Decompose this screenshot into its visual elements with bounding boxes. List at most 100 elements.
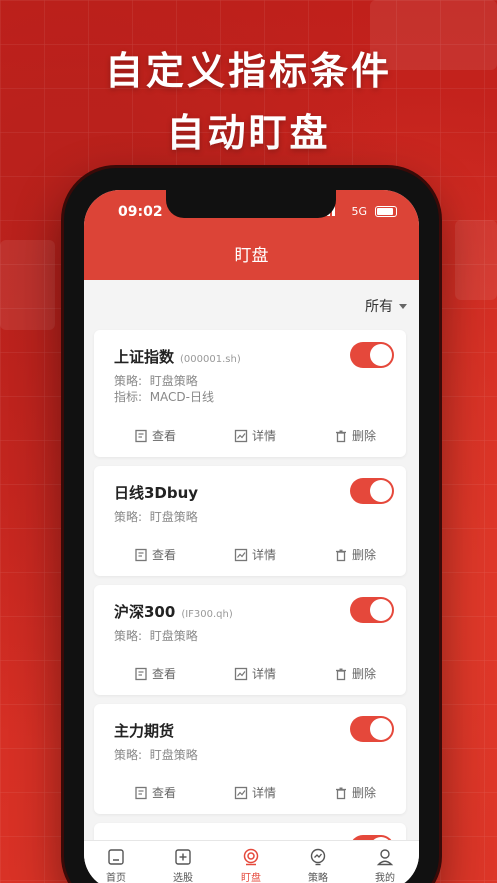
card-actions: 查看 详情 删除 (94, 546, 406, 566)
enable-toggle[interactable] (350, 342, 394, 368)
card-title: 沪深300 (IF300.qh) (114, 601, 233, 622)
delete-button[interactable]: 删除 (334, 546, 376, 563)
network-label: 5G (351, 205, 367, 218)
battery-icon (375, 206, 397, 217)
tab-profile[interactable]: 我的 (360, 847, 410, 883)
tab-label: 首页 (106, 873, 126, 883)
watch-icon (243, 848, 259, 866)
background-decoration (455, 220, 497, 300)
view-icon (135, 786, 147, 799)
detail-button[interactable]: 详情 (234, 546, 276, 563)
view-label: 查看 (152, 667, 177, 681)
card-name: 沪深300 (114, 603, 176, 621)
watch-card[interactable]: 主力期货 策略: 盯盘策略 查看 详情 删除 (94, 704, 406, 814)
indicator-value: MACD-日线 (149, 390, 214, 404)
toggle-knob (370, 599, 392, 621)
detail-button[interactable]: 详情 (234, 665, 276, 682)
view-label: 查看 (152, 548, 177, 562)
strategy-label: 策略: (114, 510, 143, 524)
enable-toggle[interactable] (350, 478, 394, 504)
card-indicator: 指标: MACD-日线 (114, 388, 214, 405)
delete-label: 删除 (352, 667, 377, 681)
card-strategy: 策略: 盯盘策略 (114, 627, 198, 644)
detail-button[interactable]: 详情 (234, 784, 276, 801)
tab-watch[interactable]: 盯盘 (226, 847, 276, 883)
watch-card[interactable]: 沪深300 (IF300.qh) 策略: 盯盘策略 查看 详情 删除 (94, 585, 406, 695)
detail-button[interactable]: 详情 (234, 427, 276, 444)
strategy-label: 策略: (114, 629, 143, 643)
phone-screen: 09:02 5G 盯盘 所有 上证指数(000001.sh) 策略: 盯盘策略 (84, 190, 419, 883)
trash-icon (336, 430, 346, 442)
strategy-icon (310, 848, 326, 866)
view-label: 查看 (152, 786, 177, 800)
strategy-label: 策略: (114, 374, 143, 388)
card-code: (IF300.qh) (181, 609, 233, 620)
delete-label: 删除 (352, 429, 377, 443)
detail-label: 详情 (252, 548, 277, 562)
view-button[interactable]: 查看 (134, 427, 176, 444)
delete-label: 删除 (352, 548, 377, 562)
detail-label: 详情 (252, 429, 277, 443)
tab-label: 选股 (173, 873, 193, 883)
toggle-knob (370, 344, 392, 366)
view-icon (135, 667, 147, 680)
card-strategy: 策略: 盯盘策略 (114, 372, 198, 389)
delete-button[interactable]: 删除 (334, 665, 376, 682)
home-icon (108, 849, 124, 865)
view-button[interactable]: 查看 (134, 665, 176, 682)
chevron-down-icon (399, 303, 407, 309)
navbar: 盯盘 (84, 236, 419, 280)
stock-pick-icon (175, 849, 191, 865)
tab-label: 我的 (375, 873, 395, 883)
chart-icon (234, 548, 248, 561)
headline-line1: 自定义指标条件 (104, 49, 392, 93)
card-code: (000001.sh) (180, 354, 241, 365)
trash-icon (336, 668, 346, 680)
strategy-value: 盯盘策略 (149, 748, 198, 762)
toggle-knob (370, 480, 392, 502)
phone-frame: 09:02 5G 盯盘 所有 上证指数(000001.sh) 策略: 盯盘策略 (64, 168, 439, 883)
delete-button[interactable]: 删除 (334, 784, 376, 801)
trash-icon (336, 549, 346, 561)
view-label: 查看 (152, 429, 177, 443)
card-title: 日线3Dbuy (114, 482, 198, 503)
card-actions: 查看 详情 删除 (94, 427, 406, 447)
tab-label: 盯盘 (241, 873, 261, 883)
watch-card[interactable]: 上证指数 (000001.sh) 策略: 盯盘策略 指标: MACD-日线 查看 … (94, 330, 406, 457)
toggle-knob (370, 718, 392, 740)
chart-icon (234, 786, 248, 799)
tab-strategy[interactable]: 策略 (293, 847, 343, 883)
view-button[interactable]: 查看 (134, 784, 176, 801)
chart-icon (234, 429, 248, 442)
watch-card[interactable]: 日线3Dbuy 策略: 盯盘策略 查看 详情 删除 (94, 466, 406, 576)
enable-toggle[interactable] (350, 597, 394, 623)
view-icon (135, 429, 147, 442)
strategy-label: 策略: (114, 748, 143, 762)
indicator-label: 指标: (114, 390, 143, 404)
tab-bar: 首页 选股 盯盘 策略 我的 (84, 840, 419, 883)
view-button[interactable]: 查看 (134, 546, 176, 563)
delete-button[interactable]: 删除 (334, 427, 376, 444)
filter-dropdown[interactable]: 所有 (365, 296, 407, 316)
strategy-value: 盯盘策略 (149, 629, 198, 643)
strategy-value: 盯盘策略 (149, 374, 198, 388)
card-actions: 查看 详情 删除 (94, 665, 406, 685)
background-decoration (0, 240, 55, 330)
card-title: 主力期货 (114, 720, 174, 741)
tab-label: 策略 (308, 873, 328, 883)
card-name: 主力期货 (114, 722, 175, 740)
profile-icon (376, 849, 394, 866)
notch (166, 190, 336, 218)
watch-card[interactable] (94, 823, 406, 840)
enable-toggle[interactable] (350, 716, 394, 742)
view-icon (135, 548, 147, 561)
tab-stock-pick[interactable]: 选股 (158, 847, 208, 883)
card-name: 上证指数 (114, 348, 175, 366)
detail-label: 详情 (252, 786, 277, 800)
tab-home[interactable]: 首页 (91, 847, 141, 883)
card-strategy: 策略: 盯盘策略 (114, 508, 198, 525)
status-time: 09:02 (118, 204, 163, 220)
watch-list[interactable]: 所有 上证指数 (000001.sh) 策略: 盯盘策略 指标: MACD-日线 … (84, 280, 419, 840)
card-actions: 查看 详情 删除 (94, 784, 406, 804)
card-title: 上证指数 (000001.sh) (114, 346, 241, 367)
